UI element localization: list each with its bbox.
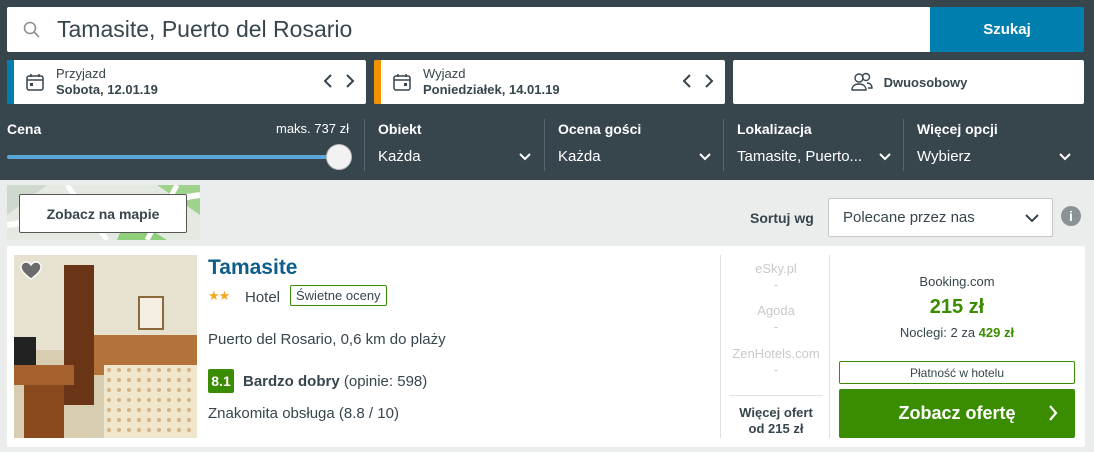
checkin-field[interactable]: Przyjazd Sobota, 12.01.19 [7,60,366,104]
partner-price: - [773,277,779,292]
search-icon [7,21,57,39]
search-input[interactable]: Tamasite, Puerto del Rosario [7,7,930,52]
checkin-accent [7,60,14,104]
hotel-photo[interactable] [14,255,197,438]
more-options-label: Więcej opcji [917,121,998,137]
deal-nights: Noclegi: 2 za 429 zł [838,325,1076,340]
checkout-field[interactable]: Wyjazd Poniedziałek, 14.01.19 [374,60,725,104]
filter-divider [364,119,365,171]
view-deal-label: Zobacz ofertę [898,403,1016,423]
partner-offer[interactable]: ZenHotels.com - [721,346,831,377]
partner-price: - [773,362,779,377]
more-offers-line1: Więcej ofert [739,405,813,420]
view-deal-button[interactable]: Zobacz ofertę [839,389,1075,438]
search-button[interactable]: Szukaj [930,7,1084,52]
sort-label: Sortuj wg [750,210,814,226]
price-max-label: maks. 737 zł [276,121,349,136]
hotel-type: Hotel [245,289,281,306]
chevron-right-icon [1049,405,1058,421]
price-slider-handle[interactable] [326,144,352,170]
users-icon [850,72,873,91]
partner-offer[interactable]: Agoda - [721,303,831,334]
rating-summary[interactable]: Bardzo dobry (opinie: 598) [243,373,427,390]
location-filter-label: Lokalizacja [737,121,812,137]
sort-select[interactable]: Polecane przez nas [828,198,1053,237]
nights-prefix: Noclegi: 2 za [899,325,979,340]
search-query: Tamasite, Puerto del Rosario [57,16,353,42]
rating-filter-label: Ocena gości [558,121,642,137]
info-icon[interactable]: i [1061,206,1081,226]
room-type-selector[interactable]: Dwuosobowy [733,60,1084,104]
star-rating: ★★ [208,288,230,303]
checkout-value: Poniedziałek, 14.01.19 [423,82,560,97]
partner-name: Agoda [757,303,795,318]
more-offers-line2: od 215 zł [748,421,804,436]
filter-divider [903,119,904,171]
more-offers-link[interactable]: Więcej ofert od 215 zł [721,405,831,437]
location-filter-value[interactable]: Tamasite, Puerto... [737,148,862,165]
chevron-right-icon[interactable] [344,72,356,90]
room-type-label: Dwuosobowy [883,74,968,90]
price-filter-label: Cena [7,121,42,137]
chevron-right-icon[interactable] [703,72,715,90]
chevron-down-icon[interactable] [1058,152,1072,162]
checkin-value: Sobota, 12.01.19 [56,82,158,97]
hotel-name[interactable]: Tamasite [208,256,298,280]
checkout-label: Wyjazd [423,66,466,81]
filter-divider [544,119,545,171]
checkout-accent [374,60,381,104]
partner-name: ZenHotels.com [732,346,820,361]
deal-provider: Booking.com [919,274,995,289]
more-options-value[interactable]: Wybierz [917,148,971,165]
calendar-icon [381,72,423,92]
chevron-down-icon [1025,214,1039,223]
chevron-left-icon[interactable] [681,72,693,90]
rating-score: 8.1 [208,369,234,393]
partner-offers: eSky.pl - Agoda - ZenHotels.com - Więcej… [720,255,830,438]
great-reviews-badge: Świetne oceny [290,285,387,306]
partner-offer[interactable]: eSky.pl - [721,261,831,292]
show-map-button[interactable]: Zobacz na mapie [19,194,187,233]
rating-text: Bardzo dobry [243,373,340,390]
rating-filter-value[interactable]: Każda [558,148,601,165]
heart-icon[interactable] [20,261,42,281]
partner-name: eSky.pl [755,261,797,276]
review-count: (opinie: 598) [343,373,428,390]
chevron-left-icon[interactable] [322,72,334,90]
calendar-icon [14,72,56,92]
hotel-location: Puerto del Rosario, 0,6 km do plaży [208,331,446,348]
filter-divider [723,119,724,171]
deal-price[interactable]: 215 zł [838,296,1076,319]
property-filter-value[interactable]: Każda [378,148,421,165]
separator [729,395,823,396]
partner-price: - [773,319,779,334]
checkin-label: Przyjazd [56,66,106,81]
sort-value: Polecane przez nas [843,209,975,226]
service-rating: Znakomita obsługa (8.8 / 10) [208,405,399,422]
property-filter-label: Obiekt [378,121,422,137]
chevron-down-icon[interactable] [518,152,532,162]
price-slider-track[interactable] [7,155,337,159]
nights-total: 429 zł [978,325,1015,340]
chevron-down-icon[interactable] [698,152,712,162]
chevron-down-icon[interactable] [878,152,892,162]
pay-at-hotel-badge: Płatność w hotelu [839,361,1075,384]
